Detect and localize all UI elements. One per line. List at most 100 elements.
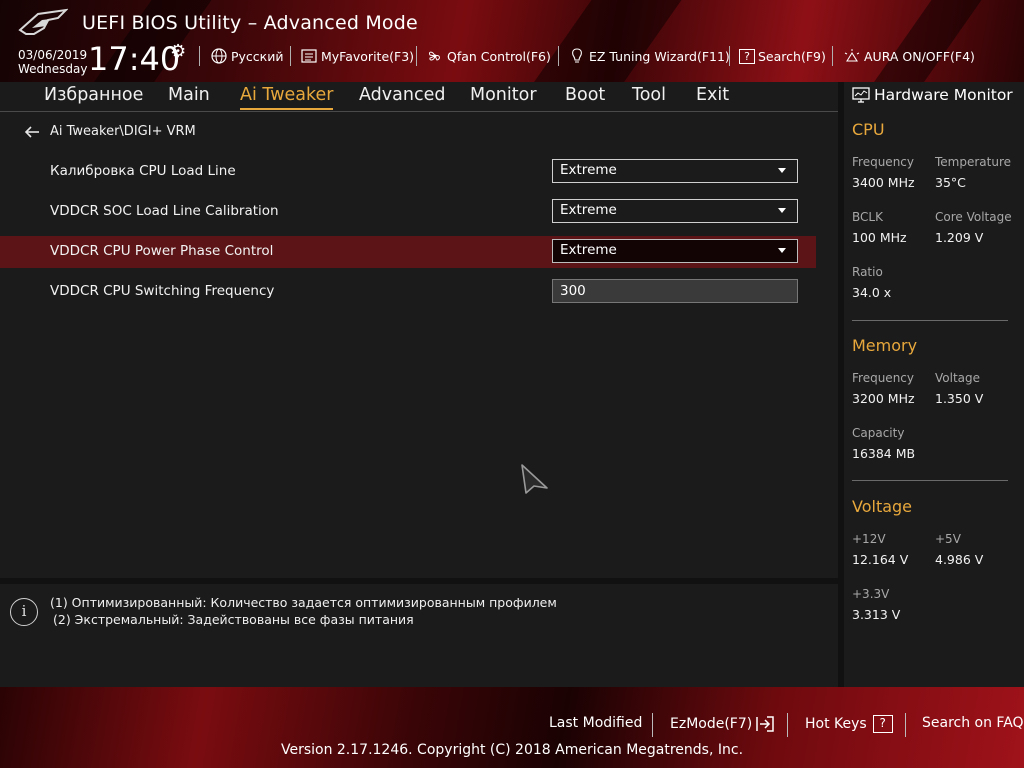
gear-icon[interactable]: ⚙	[170, 41, 186, 62]
v5-value: 4.986 V	[935, 552, 984, 567]
chevron-down-icon	[778, 248, 786, 253]
breadcrumb-path: Ai Tweaker\DIGI+ VRM	[50, 124, 196, 139]
myfavorite-button[interactable]: MyFavorite(F3)	[300, 47, 414, 65]
tab-monitor[interactable]: Monitor	[470, 85, 537, 105]
monitor-icon	[852, 87, 870, 103]
main-panel: Избранное Main Ai Tweaker Advanced Monit…	[0, 82, 838, 578]
chevron-down-icon	[778, 168, 786, 173]
switching-frequency-input[interactable]: 300	[552, 279, 798, 303]
ez-tuning-button[interactable]: EZ Tuning Wizard(F11)	[568, 47, 730, 65]
ezmode-label: EzMode(F7)	[670, 716, 753, 732]
search-faq-button[interactable]: Search on FAQ	[922, 715, 1024, 731]
exit-to-ezmode-icon	[756, 716, 774, 732]
memory-voltage-label: Voltage	[935, 371, 981, 385]
section-divider	[852, 320, 1008, 321]
v33-label: +3.3V	[852, 587, 890, 601]
select-value: Extreme	[560, 242, 617, 258]
hardware-monitor-panel: Hardware Monitor CPU Frequency Temperatu…	[844, 82, 1024, 687]
clock[interactable]: 17:40	[88, 40, 180, 78]
info-icon: i	[10, 598, 38, 626]
date-display: 03/06/2019 Wednesday	[18, 48, 87, 76]
ez-tuning-label: EZ Tuning Wizard(F11)	[589, 48, 730, 64]
memory-voltage-value: 1.350 V	[935, 391, 984, 406]
help-line-2: (2) Экстремальный: Задействованы все фаз…	[53, 612, 414, 627]
mouse-cursor-icon	[521, 464, 548, 494]
toolbar-divider	[729, 46, 730, 66]
search-button[interactable]: ? Search(F9)	[739, 47, 826, 65]
decor-stripe	[521, 0, 689, 82]
back-arrow-icon[interactable]	[24, 125, 40, 139]
tab-exit[interactable]: Exit	[696, 85, 729, 105]
setting-label: VDDCR SOC Load Line Calibration	[50, 203, 279, 219]
memory-frequency-value: 3200 MHz	[852, 391, 915, 406]
header-bar: UEFI BIOS Utility – Advanced Mode 03/06/…	[0, 0, 1024, 82]
setting-row-power-phase[interactable]: VDDCR CPU Power Phase Control Extreme	[0, 236, 816, 268]
core-voltage-value: 1.209 V	[935, 230, 984, 245]
cpu-temperature-value: 35°C	[935, 175, 966, 190]
footer-divider	[787, 713, 788, 737]
tab-favorites[interactable]: Избранное	[44, 85, 143, 105]
hw-title-text: Hardware Monitor	[874, 86, 1013, 104]
hot-keys-label: Hot Keys	[805, 716, 867, 732]
ezmode-button[interactable]: EzMode(F7)	[670, 715, 775, 733]
setting-label: Калибровка CPU Load Line	[50, 163, 236, 179]
chevron-down-icon	[778, 208, 786, 213]
tab-tool[interactable]: Tool	[632, 85, 666, 105]
tab-advanced[interactable]: Advanced	[359, 85, 445, 105]
rog-logo-icon	[18, 8, 68, 35]
question-box-icon: ?	[739, 48, 755, 64]
aura-light-icon	[844, 49, 860, 62]
qfan-control-button[interactable]: Qfan Control(F6)	[426, 47, 551, 65]
last-modified-button[interactable]: Last Modified	[549, 715, 642, 731]
footer-divider	[652, 713, 653, 737]
tab-main[interactable]: Main	[168, 85, 210, 105]
globe-icon	[211, 48, 227, 64]
language-label: Русский	[231, 48, 284, 64]
setting-row-cpu-load-line[interactable]: Калибровка CPU Load Line Extreme	[0, 156, 816, 188]
toolbar-divider	[558, 46, 559, 66]
cpu-load-line-select[interactable]: Extreme	[552, 159, 798, 183]
qfan-label: Qfan Control(F6)	[447, 48, 551, 64]
core-voltage-label: Core Voltage	[935, 210, 1012, 224]
power-phase-select[interactable]: Extreme	[552, 239, 798, 263]
aura-label: AURA ON/OFF(F4)	[864, 48, 975, 64]
memory-frequency-label: Frequency	[852, 371, 914, 385]
section-divider	[852, 480, 1008, 481]
setting-row-soc-llc[interactable]: VDDCR SOC Load Line Calibration Extreme	[0, 196, 816, 228]
capacity-label: Capacity	[852, 426, 905, 440]
toolbar-divider	[199, 46, 200, 66]
soc-llc-select[interactable]: Extreme	[552, 199, 798, 223]
help-line-1: (1) Оптимизированный: Количество задаетс…	[50, 595, 557, 610]
v12-label: +12V	[852, 532, 886, 546]
setting-label: VDDCR CPU Switching Frequency	[50, 283, 275, 299]
setting-row-switching-freq[interactable]: VDDCR CPU Switching Frequency 300	[0, 276, 816, 308]
copyright-text: Version 2.17.1246. Copyright (C) 2018 Am…	[280, 742, 744, 758]
bclk-value: 100 MHz	[852, 230, 907, 245]
breadcrumb[interactable]: Ai Tweaker\DIGI+ VRM	[24, 124, 196, 139]
decor-stripe	[861, 0, 989, 82]
v12-value: 12.164 V	[852, 552, 909, 567]
voltage-heading: Voltage	[852, 497, 913, 516]
footer-bar: Last Modified EzMode(F7) Hot Keys ? Sear…	[0, 687, 1024, 768]
toolbar-divider	[416, 46, 417, 66]
v5-label: +5V	[935, 532, 961, 546]
v33-value: 3.313 V	[852, 607, 901, 622]
hardware-monitor-title: Hardware Monitor	[852, 86, 1013, 104]
tab-ai-tweaker[interactable]: Ai Tweaker	[240, 85, 334, 110]
language-button[interactable]: Русский	[210, 47, 283, 65]
toolbar-divider	[290, 46, 291, 66]
fan-icon	[429, 51, 440, 61]
ratio-value: 34.0 x	[852, 285, 892, 300]
hot-keys-button[interactable]: Hot Keys ?	[805, 715, 893, 733]
tab-boot[interactable]: Boot	[565, 85, 605, 105]
question-box-icon: ?	[872, 715, 893, 733]
myfavorite-label: MyFavorite(F3)	[321, 48, 415, 64]
app-title: UEFI BIOS Utility – Advanced Mode	[82, 12, 418, 34]
lightbulb-icon	[572, 48, 582, 63]
aura-toggle-button[interactable]: AURA ON/OFF(F4)	[843, 47, 975, 65]
bclk-label: BCLK	[852, 210, 883, 224]
ratio-label: Ratio	[852, 265, 883, 279]
main-nav-tabs: Избранное Main Ai Tweaker Advanced Monit…	[0, 82, 838, 112]
date-text: 03/06/2019	[18, 48, 88, 62]
memory-heading: Memory	[852, 336, 918, 355]
